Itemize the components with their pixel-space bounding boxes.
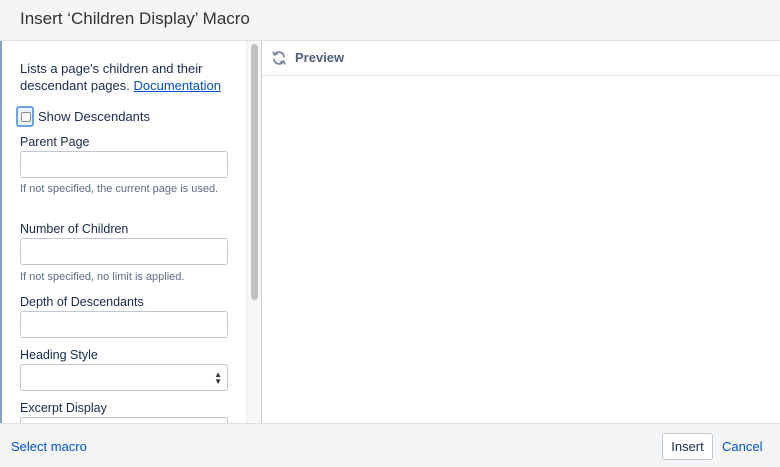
select-updown-icon: ▲ ▼ xyxy=(214,370,222,386)
preview-toolbar: Preview xyxy=(262,41,780,76)
show-descendants-row[interactable]: Show Descendants xyxy=(16,106,236,128)
parameters-scrollbar[interactable] xyxy=(246,41,261,423)
cancel-link[interactable]: Cancel xyxy=(722,439,762,454)
excerpt-display-label: Excerpt Display xyxy=(20,401,107,415)
heading-style-label: Heading Style xyxy=(20,348,98,362)
refresh-icon[interactable] xyxy=(271,50,287,66)
show-descendants-label: Show Descendants xyxy=(38,109,151,124)
parent-page-input[interactable] xyxy=(20,151,228,178)
documentation-link[interactable]: Documentation xyxy=(134,78,221,93)
parent-page-hint: If not specified, the current page is us… xyxy=(20,183,219,195)
show-descendants-focus-ring xyxy=(16,106,34,127)
preview-panel: Preview xyxy=(262,41,780,423)
macro-parameters-panel: Lists a page's children and their descen… xyxy=(0,41,262,423)
dialog-footer: Select macro Insert Cancel xyxy=(0,423,780,467)
parent-page-label: Parent Page xyxy=(20,135,90,149)
insert-macro-dialog: Insert ‘Children Display’ Macro Lists a … xyxy=(0,0,780,467)
number-of-children-input[interactable] xyxy=(20,238,228,265)
insert-button[interactable]: Insert xyxy=(662,433,713,460)
depth-of-descendants-label: Depth of Descendants xyxy=(20,295,144,309)
number-of-children-hint: If not specified, no limit is applied. xyxy=(20,271,185,283)
depth-of-descendants-input[interactable] xyxy=(20,311,228,338)
preview-label: Preview xyxy=(295,50,345,65)
macro-description: Lists a page's children and their descen… xyxy=(20,60,240,94)
dialog-header: Insert ‘Children Display’ Macro xyxy=(0,0,780,41)
show-descendants-checkbox[interactable] xyxy=(21,112,31,122)
parameters-scrollbar-thumb[interactable] xyxy=(251,44,258,300)
number-of-children-label: Number of Children xyxy=(20,222,129,236)
select-macro-link[interactable]: Select macro xyxy=(11,439,87,454)
dialog-title: Insert ‘Children Display’ Macro xyxy=(20,9,250,28)
heading-style-select[interactable]: ▲ ▼ xyxy=(20,364,228,391)
